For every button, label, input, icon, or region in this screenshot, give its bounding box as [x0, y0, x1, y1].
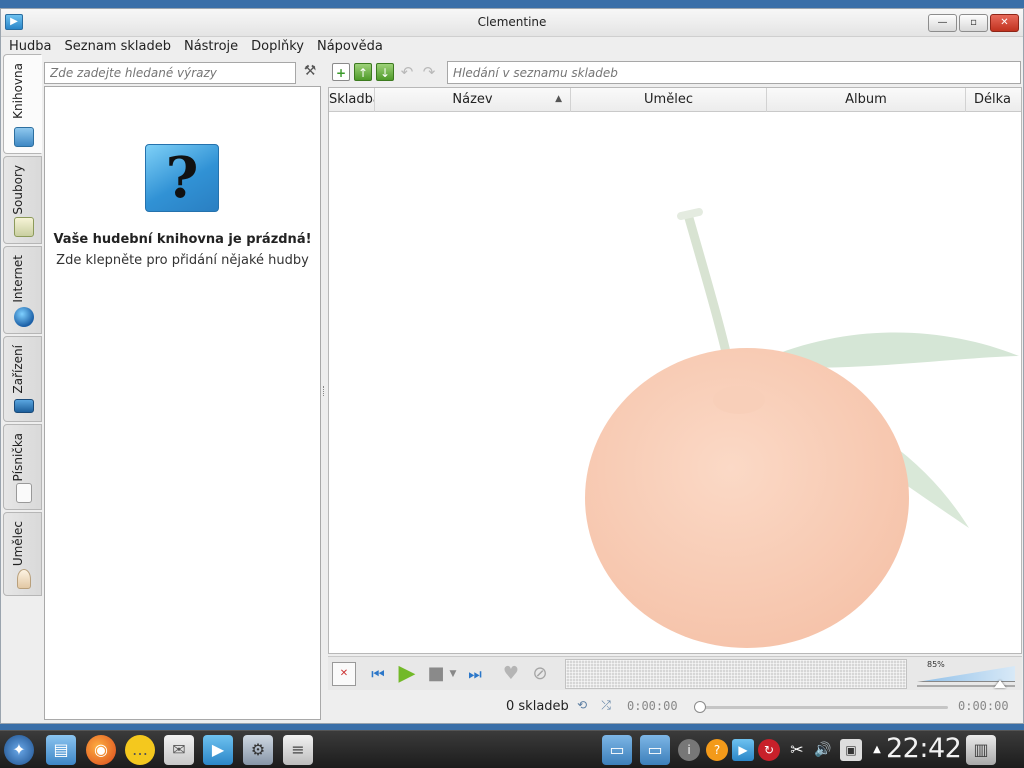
tab-devices-label: Zařízení	[11, 345, 25, 394]
redo-icon[interactable]: ↷	[420, 63, 438, 81]
previous-track-button[interactable]: ⏮	[366, 662, 390, 686]
menu-tools[interactable]: Nástroje	[180, 37, 242, 59]
artist-icon	[17, 569, 31, 589]
song-lyrics-icon	[16, 483, 32, 503]
tray-folder-2-icon[interactable]: ▭	[640, 735, 670, 765]
question-mark-icon[interactable]: ?	[145, 144, 219, 212]
library-icon	[14, 127, 34, 147]
maximize-button[interactable]: ▫	[959, 14, 988, 32]
seek-bar[interactable]	[700, 706, 948, 709]
new-playlist-icon[interactable]: +	[332, 63, 350, 81]
column-title[interactable]: Název ▲	[375, 88, 571, 112]
clear-playlist-icon[interactable]: ✕	[332, 661, 356, 686]
seek-knob[interactable]	[694, 701, 706, 713]
player-controls: ✕ ⏮ ▶ ■ ▼ ⏭ ♥ ⊘ 85%	[328, 656, 1022, 690]
spectrum-analyzer[interactable]	[565, 659, 907, 689]
tab-files[interactable]: Soubory	[3, 156, 42, 244]
playlist-toolbar: + ↑ ↓ ↶ ↷	[328, 60, 444, 84]
next-track-button[interactable]: ⏭	[463, 662, 487, 686]
volume-knob[interactable]	[994, 680, 1007, 688]
load-playlist-icon[interactable]: ↑	[354, 63, 372, 81]
column-album[interactable]: Album	[767, 88, 966, 112]
system-settings-icon[interactable]: ⚙	[243, 735, 273, 765]
elapsed-time: 0:00:00	[627, 699, 678, 713]
device-icon	[14, 399, 34, 413]
tab-artist-label: Umělec	[11, 521, 25, 567]
library-search-input[interactable]	[44, 62, 296, 84]
trash-icon[interactable]: ▥	[966, 735, 996, 765]
help-icon[interactable]: ?	[706, 739, 728, 761]
stop-button[interactable]: ■	[424, 662, 448, 686]
volume-icon[interactable]: 🔊	[812, 739, 834, 761]
splitter-handle	[323, 386, 326, 396]
media-player-icon[interactable]: ▶	[203, 735, 233, 765]
tab-internet-label: Internet	[11, 255, 25, 303]
mail-icon[interactable]: ✉	[164, 735, 194, 765]
volume-slider[interactable]: 85%	[911, 659, 1017, 689]
menu-playlist[interactable]: Seznam skladeb	[61, 37, 175, 59]
scissors-icon[interactable]: ✂	[786, 739, 808, 761]
start-menu-icon[interactable]: ✦	[4, 735, 34, 765]
total-time: 0:00:00	[958, 699, 1009, 713]
tab-library[interactable]: Knihovna	[3, 54, 42, 154]
close-button[interactable]: ✕	[990, 14, 1019, 32]
network-icon[interactable]: ▣	[840, 739, 862, 761]
ban-icon[interactable]: ⊘	[528, 662, 552, 686]
tab-devices[interactable]: Zařízení	[3, 336, 42, 422]
track-count: 0 skladeb	[506, 699, 569, 714]
title-bar[interactable]: ▶ Clementine — ▫ ✕	[1, 9, 1023, 37]
tab-files-label: Soubory	[11, 165, 25, 215]
sidebar-tabs: Knihovna Soubory Internet Zařízení Písni…	[3, 54, 43, 598]
playlist-view[interactable]: Skladba Název ▲ Umělec Album Délka	[328, 87, 1022, 654]
tray-folder-icon[interactable]: ▭	[602, 735, 632, 765]
files-icon	[14, 217, 34, 237]
play-button[interactable]: ▶	[395, 661, 419, 686]
tab-artist[interactable]: Umělec	[3, 512, 42, 596]
document-icon[interactable]: ≡	[283, 735, 313, 765]
playlist-search-input[interactable]	[447, 61, 1021, 84]
firefox-icon[interactable]: ◉	[86, 735, 116, 765]
clock[interactable]: 22:42	[886, 733, 962, 764]
save-playlist-icon[interactable]: ↓	[376, 63, 394, 81]
tray-expand-chevron-icon[interactable]: ▲	[866, 739, 888, 761]
column-artist[interactable]: Umělec	[571, 88, 767, 112]
love-heart-icon[interactable]: ♥	[499, 662, 523, 686]
minimize-button[interactable]: —	[928, 14, 957, 32]
volume-percent: 85%	[927, 660, 945, 669]
column-length[interactable]: Délka	[966, 88, 1019, 112]
shuffle-icon[interactable]: ⤮	[596, 698, 616, 716]
update-icon[interactable]: ↻	[758, 739, 780, 761]
chat-icon[interactable]: …	[125, 735, 155, 765]
internet-globe-icon	[14, 307, 34, 327]
menu-extras[interactable]: Doplňky	[247, 37, 308, 59]
column-track[interactable]: Skladba	[329, 88, 375, 112]
tab-song[interactable]: Písnička	[3, 424, 42, 510]
empty-library-title[interactable]: Vaše hudební knihovna je prázdná!	[45, 232, 320, 247]
file-manager-icon[interactable]: ▤	[46, 735, 76, 765]
library-settings-icon[interactable]: ⚒	[300, 63, 320, 83]
tray-clementine-icon[interactable]: ▶	[732, 739, 754, 761]
stop-menu-chevron-icon[interactable]: ▼	[448, 662, 458, 686]
library-panel[interactable]: ? Vaše hudební knihovna je prázdná! Zde …	[44, 86, 321, 720]
taskbar: ✦ ▤ ◉ … ✉ ▶ ⚙ ≡ ▭ ▭ i ? ▶ ↻ ✂ 🔊 ▣ ▲ 22:4…	[0, 730, 1024, 768]
empty-library-subtitle[interactable]: Zde klepněte pro přidání nějaké hudby	[45, 253, 320, 268]
tab-song-label: Písnička	[11, 433, 25, 482]
repeat-icon[interactable]: ⟲	[572, 698, 592, 716]
undo-icon[interactable]: ↶	[398, 63, 416, 81]
status-bar: 0 skladeb ⟲ ⤮ 0:00:00 0:00:00	[328, 692, 1022, 722]
playlist-header: Skladba Název ▲ Umělec Album Délka	[329, 88, 1021, 112]
column-title-label: Název	[452, 92, 493, 107]
sort-ascending-icon: ▲	[555, 94, 562, 104]
menu-help[interactable]: Nápověda	[313, 37, 387, 59]
menu-bar: Hudba Seznam skladeb Nástroje Doplňky Ná…	[1, 37, 392, 59]
clementine-background-image	[585, 208, 1019, 648]
tab-internet[interactable]: Internet	[3, 246, 42, 334]
window-title: Clementine	[477, 15, 547, 29]
info-icon[interactable]: i	[678, 739, 700, 761]
tab-library-label: Knihovna	[11, 63, 25, 119]
